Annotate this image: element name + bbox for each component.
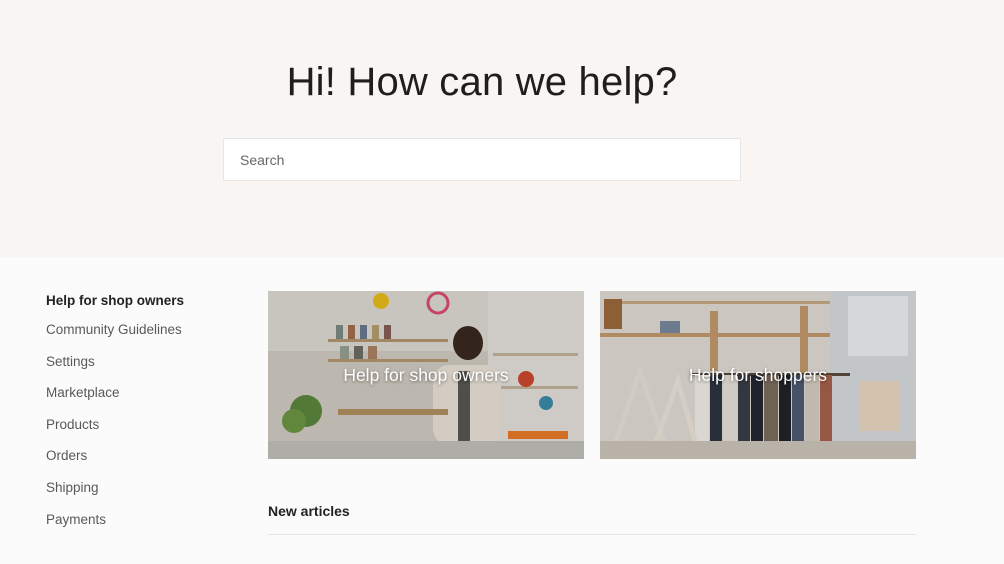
sidebar: Help for shop owners Community Guideline…	[46, 292, 246, 542]
shoppers-card[interactable]: Help for shoppers	[600, 291, 916, 459]
shoppers-card-label: Help for shoppers	[688, 365, 828, 385]
search-input[interactable]	[224, 139, 740, 180]
shop-owners-card[interactable]: Help for shop owners	[268, 291, 584, 459]
shop-owners-card-label: Help for shop owners	[343, 365, 509, 385]
divider	[268, 534, 916, 535]
sidebar-item-marketplace[interactable]: Marketplace	[46, 384, 246, 416]
sidebar-item-settings[interactable]: Settings	[46, 353, 246, 385]
sidebar-item-shipping[interactable]: Shipping	[46, 479, 246, 511]
sidebar-item-payments[interactable]: Payments	[46, 511, 246, 543]
sidebar-item-community-guidelines[interactable]: Community Guidelines	[46, 321, 246, 353]
hero-section: Hi! How can we help?	[0, 0, 1004, 257]
sidebar-item-products[interactable]: Products	[46, 416, 246, 448]
sidebar-heading: Help for shop owners	[46, 293, 185, 308]
sidebar-list: Community Guidelines Settings Marketplac…	[46, 321, 246, 542]
page-title: Hi! How can we help?	[286, 60, 678, 104]
search-box[interactable]	[223, 138, 741, 181]
sidebar-item-orders[interactable]: Orders	[46, 447, 246, 479]
new-articles-heading: New articles	[268, 503, 350, 519]
